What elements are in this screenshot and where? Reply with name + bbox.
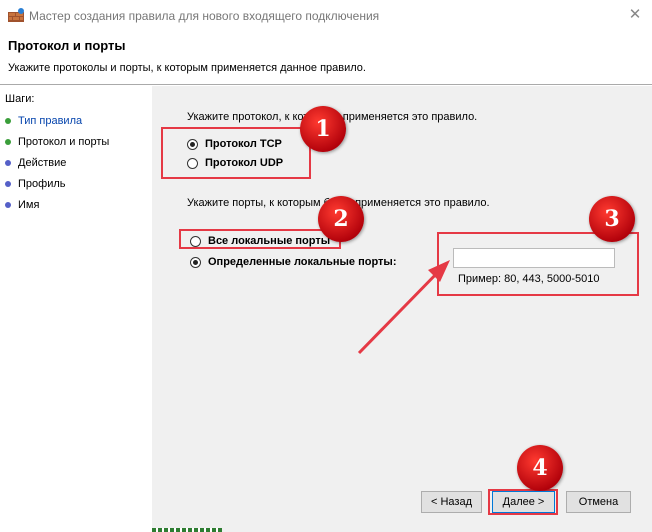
all-ports-highlight [179,229,341,249]
decorative-strip [152,528,222,532]
sidebar-item-label: Имя [18,199,40,211]
sidebar-item-label: Тип правила [18,115,83,127]
back-button[interactable]: < Назад [421,491,482,513]
title-bar: Мастер создания правила для нового входя… [0,0,652,30]
firewall-icon [8,8,24,22]
header-divider [0,84,652,85]
sidebar-item-profile[interactable]: Профиль [5,176,66,192]
annotation-badge-4: 4 [517,445,563,491]
annotation-badge-1: 1 [300,106,346,152]
sidebar-item-protocol-ports[interactable]: Протокол и порты [5,134,109,150]
step-pending-icon [5,160,11,166]
steps-title: Шаги: [5,93,35,105]
page-title: Протокол и порты [8,38,126,53]
window-title: Мастер создания правила для нового входя… [29,9,380,23]
annotation-badge-2: 2 [318,196,364,242]
annotation-arrow [357,260,450,355]
protocol-highlight [161,127,311,179]
page-subtitle: Укажите протоколы и порты, к которым при… [8,62,366,74]
close-button[interactable]: ✕ [622,3,648,27]
sidebar-item-rule-type[interactable]: Тип правила [5,113,82,129]
step-pending-icon [5,181,11,187]
step-pending-icon [5,202,11,208]
radio-checked-icon [190,256,201,268]
sidebar-item-label: Протокол и порты [18,136,110,148]
sidebar-item-action[interactable]: Действие [5,155,66,171]
step-current-icon [5,139,11,145]
cancel-button[interactable]: Отмена [566,491,631,513]
sidebar-item-name[interactable]: Имя [5,197,39,213]
step-complete-icon [5,118,11,124]
sidebar-item-label: Действие [18,157,67,169]
next-button[interactable]: Далее > [492,491,555,513]
sidebar-item-label: Профиль [18,178,66,190]
annotation-badge-3: 3 [589,196,635,242]
